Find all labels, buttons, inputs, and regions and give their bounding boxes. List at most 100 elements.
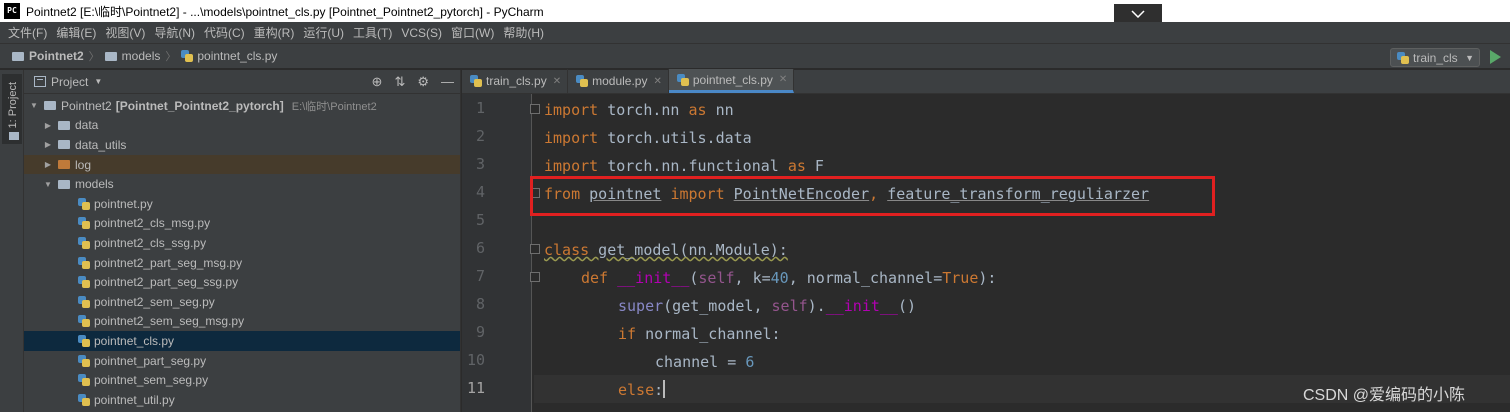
- text-caret: [663, 380, 666, 398]
- collapsed-arrow-icon[interactable]: ▶: [42, 121, 54, 130]
- menu-code[interactable]: 代码(C): [204, 24, 245, 41]
- menu-window[interactable]: 窗口(W): [451, 24, 494, 41]
- code-text: :: [654, 381, 664, 399]
- code-area[interactable]: import torch.nn as nn import torch.utils…: [534, 94, 1510, 412]
- python-file-icon: [78, 217, 90, 230]
- project-tree: ▼ Pointnet2 [Pointnet_Pointnet2_pytorch]…: [24, 94, 460, 410]
- tree-file-label: pointnet_sem_seg.py: [94, 373, 209, 388]
- code-text: ):: [978, 269, 997, 287]
- code-editor: train_cls.py ✕ module.py ✕ pointnet_cls.…: [462, 69, 1510, 412]
- menu-vcs[interactable]: VCS(S): [401, 26, 442, 40]
- python-file-icon: [181, 50, 194, 62]
- expand-arrow-icon[interactable]: ▼: [42, 180, 54, 189]
- collapsed-arrow-icon[interactable]: ▶: [42, 160, 54, 169]
- breadcrumb-separator-icon: 〉: [165, 51, 177, 63]
- folder-icon: [58, 140, 70, 150]
- tree-file[interactable]: pointnet2_part_seg_ssg.py: [24, 272, 460, 292]
- navigation-bar: Pointnet2 〉 models 〉 pointnet_cls.py tra…: [0, 43, 1510, 69]
- folder-icon: [104, 51, 117, 61]
- code-self: self: [698, 269, 735, 287]
- collapse-all-icon[interactable]: ⇅: [394, 74, 405, 90]
- project-tool-tab[interactable]: 1: Project: [2, 74, 22, 144]
- folder-icon: [58, 120, 70, 130]
- keyword: as: [787, 157, 806, 175]
- tree-file-selected[interactable]: pointnet_cls.py: [24, 331, 460, 351]
- tree-folder-label: data_utils: [75, 137, 127, 152]
- code-line-8: super(get_model, self).__init__(): [618, 292, 916, 320]
- breadcrumb-root[interactable]: Pointnet2: [12, 49, 84, 63]
- line-number: 2: [475, 127, 485, 145]
- minimize-icon[interactable]: —: [441, 74, 454, 90]
- chevron-down-icon: [1131, 10, 1145, 18]
- menu-tools[interactable]: 工具(T): [353, 24, 392, 41]
- tree-file[interactable]: pointnet_part_seg.py: [24, 351, 460, 371]
- tree-file[interactable]: pointnet2_sem_seg_msg.py: [24, 312, 460, 332]
- python-file-icon: [78, 315, 90, 328]
- tab-label: train_cls.py: [486, 74, 547, 88]
- folder-icon: [9, 132, 19, 140]
- line-number: 6: [475, 239, 485, 257]
- gear-icon[interactable]: ⚙: [417, 74, 429, 90]
- tree-folder-data[interactable]: ▶ data: [24, 116, 460, 136]
- project-panel-title[interactable]: Project: [51, 75, 88, 89]
- tab-train-cls[interactable]: train_cls.py ✕: [462, 69, 569, 93]
- close-icon[interactable]: ✕: [653, 76, 661, 87]
- tree-file[interactable]: pointnet_sem_seg.py: [24, 370, 460, 390]
- tree-file[interactable]: pointnet.py: [24, 194, 460, 214]
- menu-run[interactable]: 运行(U): [303, 24, 344, 41]
- code-dunder: __init__: [617, 269, 690, 287]
- tab-module[interactable]: module.py ✕: [568, 69, 669, 93]
- code-text: torch.nn: [598, 101, 689, 119]
- tree-root[interactable]: ▼ Pointnet2 [Pointnet_Pointnet2_pytorch]…: [24, 96, 460, 116]
- run-config-selector[interactable]: train_cls ▼: [1390, 48, 1480, 67]
- code-text: , normal_channel=: [788, 269, 943, 287]
- expand-arrow-icon[interactable]: ▼: [28, 101, 40, 110]
- keyword: import: [544, 101, 599, 119]
- close-icon[interactable]: ✕: [553, 76, 561, 87]
- tree-file[interactable]: pointnet2_cls_ssg.py: [24, 233, 460, 253]
- menu-file[interactable]: 文件(F): [8, 24, 47, 41]
- menu-edit[interactable]: 编辑(E): [56, 24, 96, 41]
- tree-folder-label: data: [75, 118, 99, 133]
- run-button[interactable]: [1490, 50, 1501, 64]
- tree-file[interactable]: pointnet2_sem_seg.py: [24, 292, 460, 312]
- tree-file[interactable]: pointnet2_part_seg_msg.py: [24, 253, 460, 273]
- python-file-icon: [78, 276, 90, 289]
- window-dropdown-button[interactable]: [1114, 4, 1162, 24]
- line-number-gutter: 1 2 3 4 5 6 7 8 9 10 11: [462, 94, 540, 412]
- tree-root-name: Pointnet2: [61, 98, 112, 113]
- menu-help[interactable]: 帮助(H): [503, 24, 544, 41]
- left-tool-stripe: 1: Project: [0, 70, 24, 412]
- line-number: 10: [466, 351, 485, 369]
- keyword: if: [618, 325, 637, 343]
- tree-file-label: pointnet2_cls_ssg.py: [94, 235, 207, 250]
- tree-file[interactable]: pointnet2_cls_msg.py: [24, 214, 460, 234]
- tree-folder-log[interactable]: ▶ log: [24, 154, 460, 175]
- breadcrumb-folder-label: models: [121, 49, 161, 63]
- line-number: 3: [475, 155, 485, 173]
- code-dunder: __init__: [825, 297, 898, 315]
- breadcrumb-folder[interactable]: models: [104, 49, 161, 63]
- tree-file[interactable]: pointnet_util.py: [24, 390, 460, 410]
- close-icon[interactable]: ✕: [779, 74, 787, 85]
- line-number-current: 11: [466, 379, 485, 397]
- chevron-down-icon[interactable]: ▼: [94, 77, 102, 86]
- python-file-icon: [78, 354, 90, 367]
- python-file-icon: [576, 75, 589, 87]
- tree-file-label: pointnet2_part_seg_msg.py: [94, 255, 243, 270]
- locate-icon[interactable]: ⊕: [372, 74, 383, 90]
- project-panel-toolbar: ⊕ ⇅ ⚙ —: [372, 74, 454, 90]
- tree-folder-data-utils[interactable]: ▶ data_utils: [24, 135, 460, 155]
- menu-refactor[interactable]: 重构(R): [254, 24, 295, 41]
- python-file-icon: [78, 197, 90, 210]
- menu-navigate[interactable]: 导航(N): [154, 24, 195, 41]
- code-builtin: super: [618, 297, 664, 315]
- tree-folder-models[interactable]: ▼ models: [24, 174, 460, 194]
- code-text: nn: [706, 101, 734, 119]
- collapsed-arrow-icon[interactable]: ▶: [42, 140, 54, 149]
- tab-pointnet-cls[interactable]: pointnet_cls.py ✕: [668, 69, 795, 93]
- menu-view[interactable]: 视图(V): [105, 24, 145, 41]
- project-panel: Project ▼ ⊕ ⇅ ⚙ — ▼ Pointnet2 [Pointnet_…: [24, 70, 461, 412]
- breadcrumb-file[interactable]: pointnet_cls.py: [181, 49, 277, 63]
- line-number: 7: [475, 267, 485, 285]
